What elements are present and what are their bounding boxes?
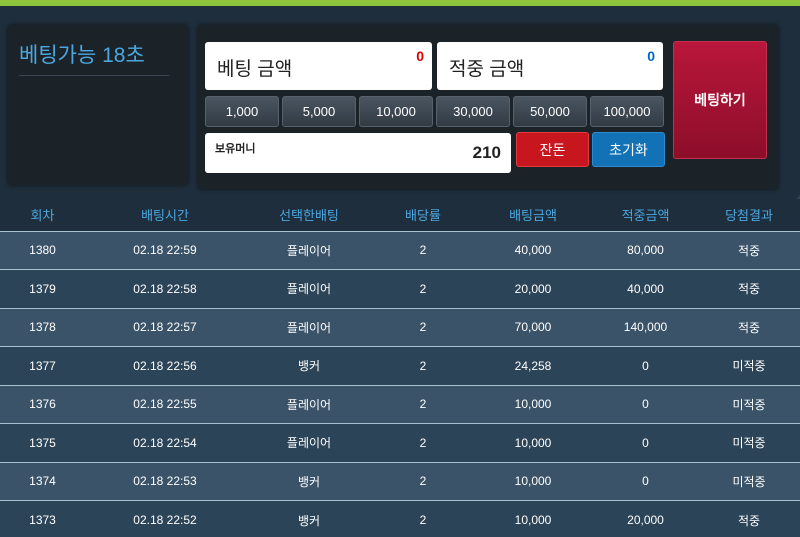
win-cell: 80,000 [593,230,698,270]
bet-amount-label: 베팅 금액 [217,59,293,80]
chip-5000-button[interactable]: 5,000 [282,96,356,127]
balance-field: 보유머니 210 [205,133,511,173]
odds-cell: 2 [373,307,473,347]
bet-cell: 40,000 [473,230,593,270]
chip-50000-button[interactable]: 50,000 [513,96,587,127]
table-row: 1376 02.18 22:55 플레이어 2 10,000 0 미적중 [0,384,800,424]
result-cell: 미적중 [698,461,800,501]
table-row: 1379 02.18 22:58 플레이어 2 20,000 40,000 적중 [0,269,800,308]
bet-cell: 70,000 [473,307,593,347]
col-header-result: 당첨결과 [698,199,800,231]
result-cell: 적중 [698,230,800,270]
bet-cell: 10,000 [473,461,593,501]
reset-button[interactable]: 초기화 [592,132,665,167]
table-row: 1377 02.18 22:56 뱅커 2 24,258 0 미적중 [0,346,800,385]
odds-cell: 2 [373,500,473,537]
result-cell: 적중 [698,307,800,347]
odds-cell: 2 [373,269,473,308]
timer-box: 베팅가능 18초 [8,25,188,185]
chip-10000-button[interactable]: 10,000 [359,96,433,127]
win-cell: 0 [593,384,698,424]
place-bet-button[interactable]: 베팅하기 [673,41,767,159]
round-cell: 1377 [0,346,85,385]
balance-value: 210 [472,143,501,162]
table-row: 1374 02.18 22:53 뱅커 2 10,000 0 미적중 [0,461,800,501]
betting-timer: 베팅가능 18초 [19,39,169,76]
bet-amount-field: 베팅 금액 0 [205,42,432,90]
choice-cell: 뱅커 [245,346,373,385]
odds-cell: 2 [373,384,473,424]
result-cell: 적중 [698,500,800,537]
result-cell: 적중 [698,269,800,308]
time-cell: 02.18 22:58 [85,269,245,308]
result-cell: 미적중 [698,346,800,385]
col-header-odds: 배당률 [373,199,473,231]
chip-30000-button[interactable]: 30,000 [436,96,510,127]
table-row: 1380 02.18 22:59 플레이어 2 40,000 80,000 적중 [0,230,800,270]
choice-cell: 플레이어 [245,307,373,347]
round-cell: 1376 [0,384,85,424]
win-cell: 140,000 [593,307,698,347]
bet-controls: 베팅 금액 0 적중 금액 0 1,000 5,000 10,000 30,00… [198,25,778,189]
odds-cell: 2 [373,346,473,385]
col-header-round: 회차 [0,199,85,231]
bet-cell: 24,258 [473,346,593,385]
round-cell: 1378 [0,307,85,347]
win-cell: 40,000 [593,269,698,308]
result-cell: 미적중 [698,423,800,462]
table-header-row: 회차 배팅시간 선택한배팅 배당률 배팅금액 적중금액 당첨결과 [0,199,800,231]
chip-100000-button[interactable]: 100,000 [590,96,664,127]
choice-cell: 플레이어 [245,423,373,462]
round-cell: 1380 [0,230,85,270]
table-row: 1375 02.18 22:54 플레이어 2 10,000 0 미적중 [0,423,800,462]
win-cell: 0 [593,423,698,462]
bet-cell: 10,000 [473,500,593,537]
balance-label: 보유머니 [215,143,256,155]
win-cell: 20,000 [593,500,698,537]
col-header-choice: 선택한배팅 [245,199,373,231]
choice-cell: 플레이어 [245,384,373,424]
time-cell: 02.18 22:53 [85,461,245,501]
time-cell: 02.18 22:56 [85,346,245,385]
bet-cell: 20,000 [473,269,593,308]
result-cell: 미적중 [698,384,800,424]
betting-panel-area: 베팅가능 18초 베팅 금액 0 적중 금액 0 1,000 5,000 10,… [0,6,800,199]
win-cell: 0 [593,461,698,501]
time-cell: 02.18 22:54 [85,423,245,462]
choice-cell: 뱅커 [245,461,373,501]
round-cell: 1379 [0,269,85,308]
chip-1000-button[interactable]: 1,000 [205,96,279,127]
bet-amount-value: 0 [416,48,424,64]
win-amount-label: 적중 금액 [449,59,525,80]
win-amount-field: 적중 금액 0 [437,42,663,90]
choice-cell: 뱅커 [245,500,373,537]
table-row: 1373 02.18 22:52 뱅커 2 10,000 20,000 적중 [0,500,800,537]
choice-cell: 플레이어 [245,269,373,308]
bet-cell: 10,000 [473,423,593,462]
col-header-win: 적중금액 [593,199,698,231]
col-header-time: 배팅시간 [85,199,245,231]
bet-history-table: 회차 배팅시간 선택한배팅 배당률 배팅금액 적중금액 당첨결과 1380 02.… [0,199,800,537]
col-header-bet: 배팅금액 [473,199,593,231]
odds-cell: 2 [373,423,473,462]
round-cell: 1375 [0,423,85,462]
choice-cell: 플레이어 [245,230,373,270]
change-button[interactable]: 잔돈 [516,132,589,167]
win-cell: 0 [593,346,698,385]
time-cell: 02.18 22:59 [85,230,245,270]
round-cell: 1374 [0,461,85,501]
odds-cell: 2 [373,461,473,501]
time-cell: 02.18 22:52 [85,500,245,537]
time-cell: 02.18 22:55 [85,384,245,424]
bet-cell: 10,000 [473,384,593,424]
round-cell: 1373 [0,500,85,537]
table-row: 1378 02.18 22:57 플레이어 2 70,000 140,000 적중 [0,307,800,347]
odds-cell: 2 [373,230,473,270]
time-cell: 02.18 22:57 [85,307,245,347]
win-amount-value: 0 [647,48,655,64]
